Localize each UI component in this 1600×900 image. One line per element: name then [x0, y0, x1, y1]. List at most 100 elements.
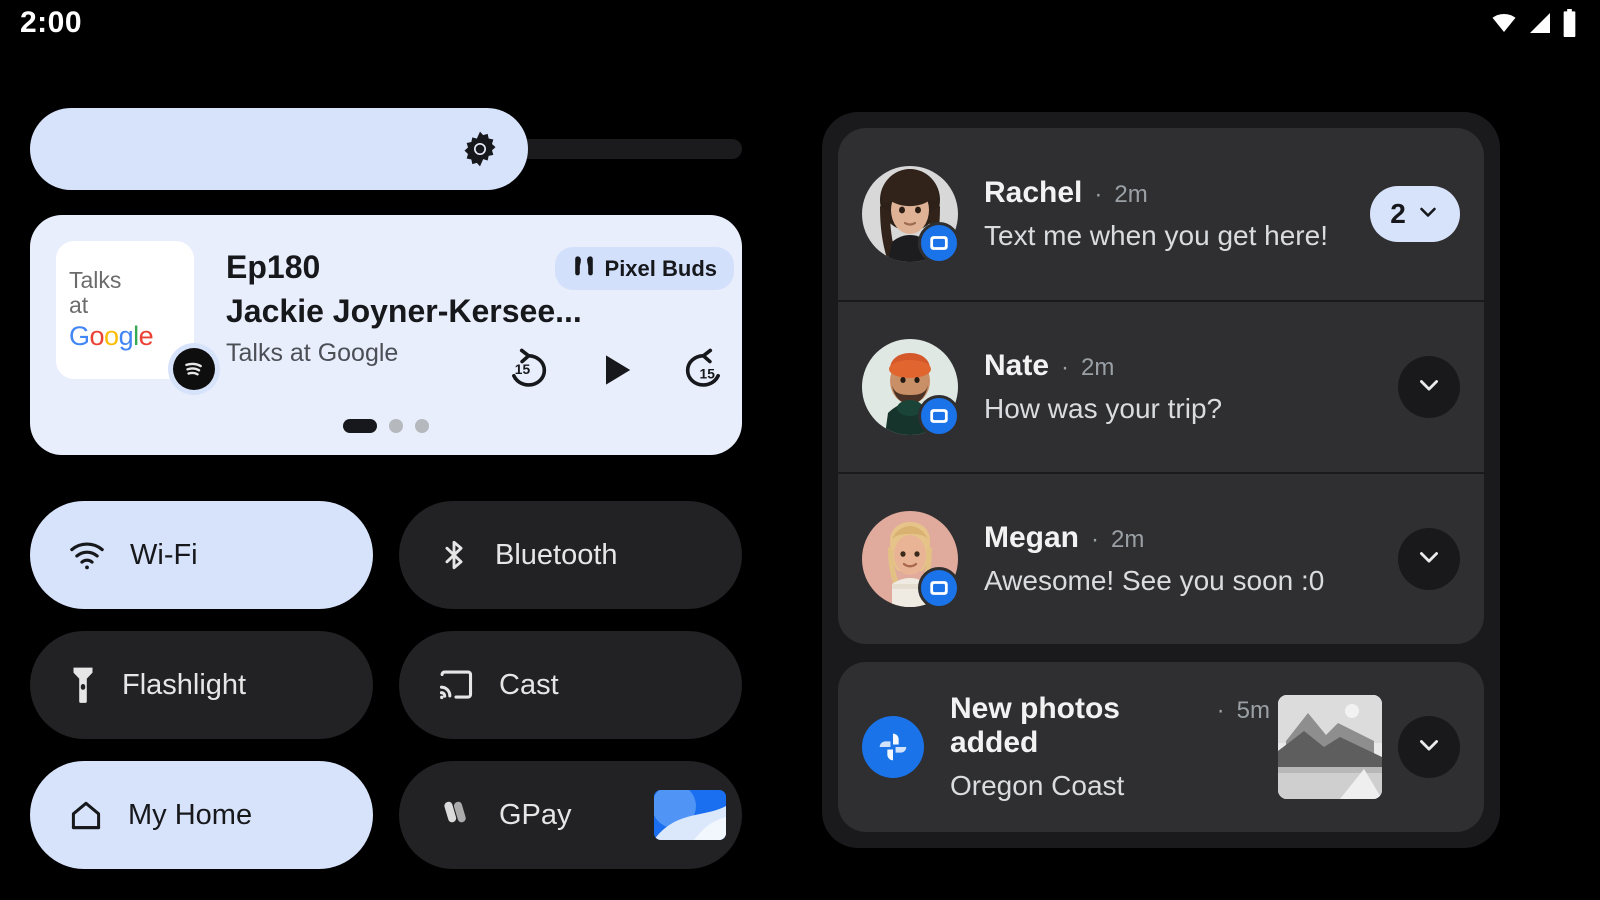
notification-separator: · — [1061, 354, 1070, 381]
tile-flashlight[interactable]: Flashlight — [30, 631, 373, 739]
notification-count: 2 — [1390, 198, 1406, 229]
notification-sender: Megan — [984, 521, 1080, 554]
google-photos-icon — [862, 716, 924, 778]
media-page-indicator — [30, 419, 742, 433]
messages-icon — [918, 395, 960, 437]
svg-text:15: 15 — [700, 366, 716, 381]
tile-wifi[interactable]: Wi-Fi — [30, 501, 373, 609]
landscape-photo-thumbnail[interactable] — [1278, 695, 1382, 799]
notification-panel: Rachel · 2m Text me when you get here! 2 — [822, 112, 1500, 848]
tile-gpay[interactable]: GPay — [399, 761, 742, 869]
status-bar-icons — [1489, 9, 1578, 37]
bluetooth-icon — [437, 536, 471, 574]
avatar — [862, 166, 960, 264]
quick-settings-column: Talks at Google Ep180 Jackie Joyner-Kers… — [30, 108, 742, 869]
notification-separator: · — [1094, 181, 1103, 208]
notification-group-messages: Rachel · 2m Text me when you get here! 2 — [838, 128, 1484, 644]
notification-time: 5m — [1236, 697, 1270, 724]
spotify-icon — [173, 348, 215, 390]
gpay-icon — [437, 798, 475, 832]
messages-icon — [918, 222, 960, 264]
chevron-down-icon — [1415, 543, 1443, 576]
chevron-down-icon — [1416, 200, 1440, 229]
page-dot[interactable] — [389, 419, 403, 433]
rewind-15-button[interactable]: 15 — [506, 347, 552, 393]
flashlight-icon — [68, 666, 98, 704]
media-player-card[interactable]: Talks at Google Ep180 Jackie Joyner-Kers… — [30, 215, 742, 455]
quick-settings-shade: 2:00 Talks at Google Ep180 Jackie Joyner… — [0, 0, 1600, 900]
media-output-label: Pixel Buds — [604, 255, 717, 281]
wifi-icon — [68, 536, 106, 574]
home-icon — [68, 797, 104, 833]
tile-label: GPay — [499, 798, 572, 831]
notification-sender: Rachel — [984, 176, 1083, 209]
earbuds-icon — [572, 255, 596, 282]
notification-message: Text me when you get here! — [984, 220, 1328, 251]
notification-count-expand-chip[interactable]: 2 — [1370, 186, 1460, 242]
google-logo: Google — [69, 320, 154, 351]
notification-title: New photos added — [950, 692, 1120, 759]
messages-icon — [918, 567, 960, 609]
svg-text:15: 15 — [515, 362, 531, 377]
play-button[interactable] — [596, 348, 636, 392]
album-art-line2: at — [69, 291, 89, 318]
status-bar: 2:00 — [0, 0, 1600, 46]
chevron-down-icon — [1415, 371, 1443, 404]
status-bar-clock: 2:00 — [20, 6, 83, 39]
page-dot[interactable] — [415, 419, 429, 433]
notification-item[interactable]: Rachel · 2m Text me when you get here! 2 — [838, 128, 1484, 300]
brightness-slider[interactable] — [30, 108, 742, 190]
tile-bluetooth[interactable]: Bluetooth — [399, 501, 742, 609]
notification-time: 2m — [1114, 181, 1148, 208]
notification-item[interactable]: New photos added · 5m Oregon Coast — [838, 662, 1484, 832]
cast-icon — [437, 668, 475, 702]
avatar — [862, 339, 960, 437]
notification-header: New photos added · 5m — [950, 692, 1270, 760]
notification-time: 2m — [1111, 526, 1145, 553]
notification-group-photos: New photos added · 5m Oregon Coast — [838, 662, 1484, 832]
wifi-icon — [1489, 11, 1519, 35]
notification-expand-button[interactable] — [1398, 528, 1460, 590]
media-title: Jackie Joyner-Kersee... — [226, 292, 582, 329]
notification-separator: · — [1216, 697, 1225, 724]
notification-header: Nate · 2m — [984, 349, 1382, 383]
notification-group-divider — [838, 644, 1484, 662]
tile-label: Bluetooth — [495, 538, 618, 571]
brightness-fill[interactable] — [30, 108, 528, 190]
album-art-line1: Talks — [69, 266, 122, 293]
brightness-icon — [460, 129, 500, 169]
tile-my-home[interactable]: My Home — [30, 761, 373, 869]
tile-label: Cast — [499, 668, 559, 701]
tile-cast[interactable]: Cast — [399, 631, 742, 739]
tile-label: Flashlight — [122, 668, 247, 701]
notification-body: New photos added · 5m Oregon Coast — [950, 692, 1270, 802]
notification-time: 2m — [1081, 354, 1115, 381]
page-dot-active[interactable] — [343, 419, 377, 433]
media-app-badge — [168, 343, 220, 395]
media-controls: 15 15 — [506, 347, 726, 393]
quick-settings-tiles: Wi-Fi Bluetooth Flashlight Cast My Home … — [30, 501, 742, 869]
chevron-down-icon — [1415, 731, 1443, 764]
notification-body: Rachel · 2m Text me when you get here! — [984, 176, 1354, 252]
battery-icon — [1561, 9, 1578, 37]
media-output-chip[interactable]: Pixel Buds — [554, 247, 734, 290]
notification-item[interactable]: Nate · 2m How was your trip? — [838, 300, 1484, 472]
tile-label: Wi-Fi — [130, 538, 198, 571]
notification-body: Nate · 2m How was your trip? — [984, 349, 1382, 425]
notification-expand-button[interactable] — [1398, 356, 1460, 418]
notification-expand-button[interactable] — [1398, 716, 1460, 778]
tile-label: My Home — [128, 798, 253, 831]
payment-card-thumbnail — [654, 790, 726, 840]
forward-15-button[interactable]: 15 — [680, 347, 726, 393]
notification-separator: · — [1091, 526, 1100, 553]
notification-header: Rachel · 2m — [984, 176, 1354, 210]
notification-body: Megan · 2m Awesome! See you soon :0 — [984, 521, 1382, 597]
notification-message: Awesome! See you soon :0 — [984, 565, 1325, 596]
notification-header: Megan · 2m — [984, 521, 1382, 555]
cellular-signal-icon — [1526, 11, 1554, 35]
avatar — [862, 511, 960, 609]
notification-subtitle: Oregon Coast — [950, 770, 1125, 801]
notification-message: How was your trip? — [984, 393, 1223, 424]
notification-item[interactable]: Megan · 2m Awesome! See you soon :0 — [838, 472, 1484, 644]
notification-sender: Nate — [984, 349, 1050, 382]
